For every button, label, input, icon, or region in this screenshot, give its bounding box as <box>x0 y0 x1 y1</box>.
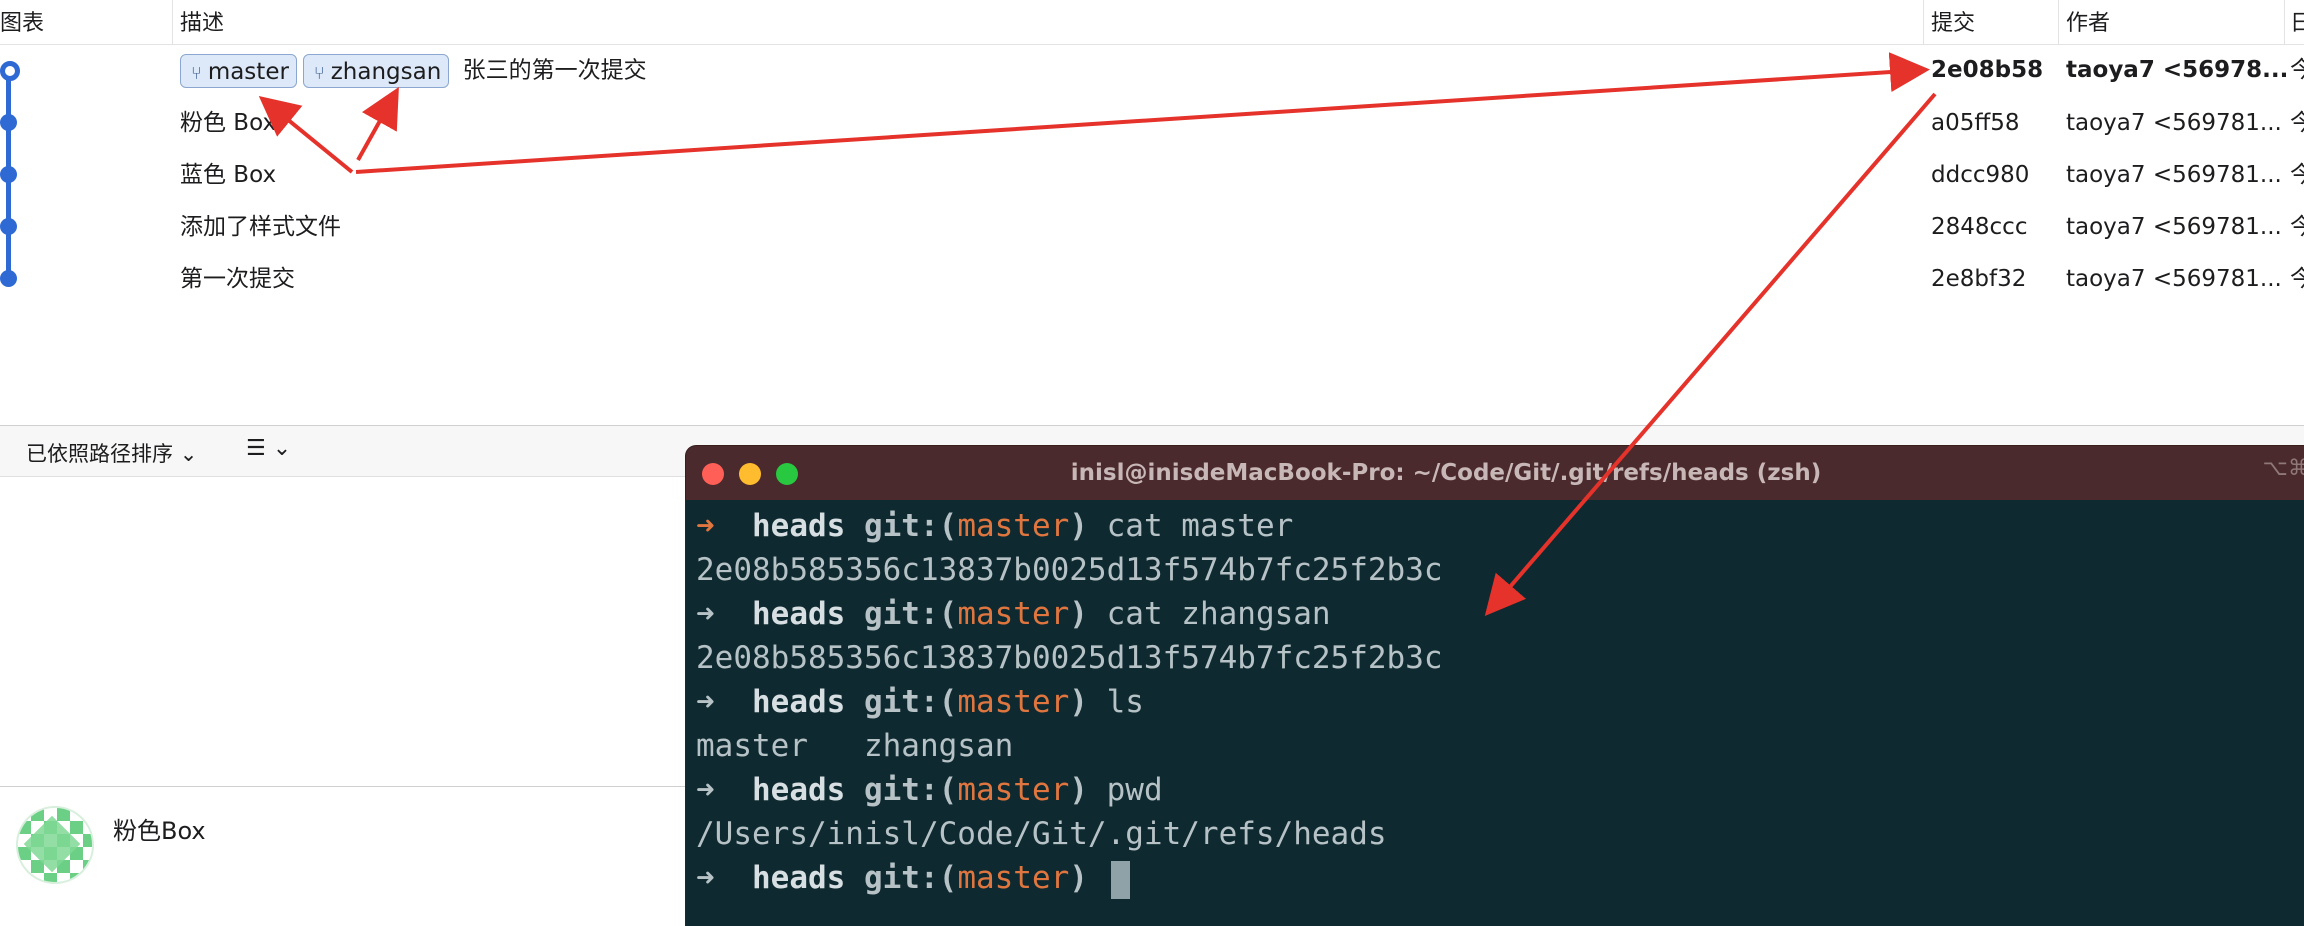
sort-label: 已依照路径排序 <box>26 442 173 466</box>
chevron-down-icon: ⌄ <box>179 442 198 466</box>
list-view-button[interactable]: ☰ ⌄ <box>246 436 291 461</box>
commit-table-header: 图表 描述 提交 作者 日 <box>0 0 2304 45</box>
commit-row[interactable]: 粉色 Box a05ff58 taoya7 <569781... 今 <box>0 97 2304 149</box>
commit-message: 蓝色 Box <box>180 162 277 188</box>
prompt-directory: heads <box>714 860 864 896</box>
prompt-git-label: git:( <box>863 508 958 544</box>
terminal-output-line: master zhangsan <box>696 728 1014 764</box>
commit-row[interactable]: ⑂ master ⑂ zhangsan 张三的第一次提交 2e08b58 taoya7… <box>0 44 2304 96</box>
terminal-title: inisl@inisdeMacBook-Pro: ~/Code/Git/.git… <box>1070 460 1822 486</box>
divider <box>0 786 700 787</box>
prompt-arrow-icon: ➜ <box>696 508 715 544</box>
commit-sha: a05ff58 <box>1931 110 2020 136</box>
terminal-prompt-line: ➜ heads git:(master) cat zhangsan <box>696 592 2304 636</box>
terminal-prompt-line: ➜ heads git:(master) cat master <box>696 504 2304 548</box>
branch-tag-master[interactable]: ⑂ master <box>180 53 297 88</box>
prompt-arrow-icon: ➜ <box>696 860 715 896</box>
column-author[interactable]: 作者 <box>2066 5 2110 37</box>
column-commit[interactable]: 提交 <box>1931 5 1975 37</box>
commit-date: 今 <box>2290 110 2304 136</box>
prompt-branch: master <box>957 772 1070 808</box>
prompt-paren: ) <box>1069 772 1088 808</box>
commit-date: 今 <box>2290 266 2304 292</box>
prompt-git-label: git:( <box>863 772 958 808</box>
prompt-arrow-icon: ➜ <box>696 596 715 632</box>
terminal-prompt-line: ➜ heads git:(master) <box>696 856 2304 900</box>
commit-date: 今 <box>2290 214 2304 240</box>
terminal-cursor <box>1110 860 1130 899</box>
terminal-output-line: 2e08b585356c13837b0025d13f574b7fc25f2b3c <box>696 552 1443 588</box>
commit-row[interactable]: 添加了样式文件 2848ccc taoya7 <569781... 今 <box>0 201 2304 253</box>
terminal-command: pwd <box>1087 772 1163 808</box>
terminal-command: ls <box>1087 684 1144 720</box>
terminal-command: cat master <box>1087 508 1294 544</box>
terminal-titlebar[interactable]: inisl@inisdeMacBook-Pro: ~/Code/Git/.git… <box>686 446 2304 500</box>
prompt-branch: master <box>957 860 1070 896</box>
terminal-output-line: /Users/inisl/Code/Git/.git/refs/heads <box>696 816 1387 852</box>
terminal-command: cat zhangsan <box>1087 596 1331 632</box>
commit-message: 粉色 Box <box>180 110 277 136</box>
commit-message: 添加了样式文件 <box>180 214 341 240</box>
prompt-directory: heads <box>714 684 864 720</box>
column-divider[interactable] <box>2058 0 2059 44</box>
prompt-paren: ) <box>1069 508 1088 544</box>
commit-date: 今 <box>2290 162 2304 188</box>
branch-tag-zhangsan[interactable]: ⑂ zhangsan <box>302 53 450 88</box>
terminal-output-line: 2e08b585356c13837b0025d13f574b7fc25f2b3c <box>696 640 1443 676</box>
commit-sha: ddcc980 <box>1931 162 2030 188</box>
chevron-down-icon: ⌄ <box>272 436 292 461</box>
selected-commit-title: 粉色Box <box>113 817 206 845</box>
prompt-arrow-icon: ➜ <box>696 684 715 720</box>
prompt-arrow-icon: ➜ <box>696 772 715 808</box>
prompt-branch: master <box>957 596 1070 632</box>
commit-description: ⑂ master ⑂ zhangsan 张三的第一次提交 <box>180 44 647 96</box>
prompt-paren: ) <box>1069 684 1088 720</box>
prompt-git-label: git:( <box>863 596 958 632</box>
terminal-window[interactable]: inisl@inisdeMacBook-Pro: ~/Code/Git/.git… <box>686 446 2304 926</box>
sort-dropdown[interactable]: 已依照路径排序 ⌄ <box>26 438 197 468</box>
branch-icon: ⑂ <box>313 62 325 84</box>
column-divider[interactable] <box>172 0 173 44</box>
branch-icon: ⑂ <box>191 62 202 84</box>
commit-row[interactable]: 蓝色 Box ddcc980 taoya7 <569781... 今 <box>0 149 2304 201</box>
commit-date: 今 <box>2290 57 2304 83</box>
terminal-prompt-line: ➜ heads git:(master) pwd <box>696 768 2304 812</box>
column-graph[interactable]: 图表 <box>0 5 44 37</box>
commit-author: taoya7 <569781... <box>2066 162 2282 188</box>
terminal-command <box>1088 860 1107 896</box>
column-divider[interactable] <box>2284 0 2285 44</box>
commit-message: 张三的第一次提交 <box>462 57 647 84</box>
terminal-output[interactable]: ➜ heads git:(master) cat master 2e08b5853… <box>686 500 2304 904</box>
prompt-git-label: git:( <box>863 684 958 720</box>
commit-author: taoya7 <569781... <box>2066 214 2282 240</box>
terminal-prompt-line: ➜ heads git:(master) ls <box>696 680 2304 724</box>
commit-sha: 2e08b58 <box>1931 57 2044 83</box>
commit-author: taoya7 <569781... <box>2066 110 2282 136</box>
branch-tag-label: zhangsan <box>330 58 442 85</box>
terminal-shortcut: ⌥⌘ <box>2262 456 2304 481</box>
prompt-git-label: git:( <box>863 860 958 896</box>
commit-message: 第一次提交 <box>180 266 295 292</box>
commit-sha: 2e8bf32 <box>1931 266 2027 292</box>
column-description[interactable]: 描述 <box>180 5 224 37</box>
list-icon: ☰ <box>246 436 266 461</box>
prompt-branch: master <box>957 508 1070 544</box>
commit-author: taoya7 <569781... <box>2066 266 2282 292</box>
branch-tag-label: master <box>207 58 289 85</box>
prompt-directory: heads <box>714 508 864 544</box>
prompt-branch: master <box>957 684 1070 720</box>
column-date[interactable]: 日 <box>2290 5 2304 37</box>
prompt-directory: heads <box>714 596 864 632</box>
commit-sha: 2848ccc <box>1931 214 2028 240</box>
commit-row[interactable]: 第一次提交 2e8bf32 taoya7 <569781... 今 <box>0 253 2304 305</box>
prompt-directory: heads <box>714 772 864 808</box>
prompt-paren: ) <box>1069 596 1088 632</box>
prompt-paren: ) <box>1069 860 1088 896</box>
column-divider[interactable] <box>1923 0 1924 44</box>
commit-author: taoya7 <56978... <box>2066 57 2289 83</box>
